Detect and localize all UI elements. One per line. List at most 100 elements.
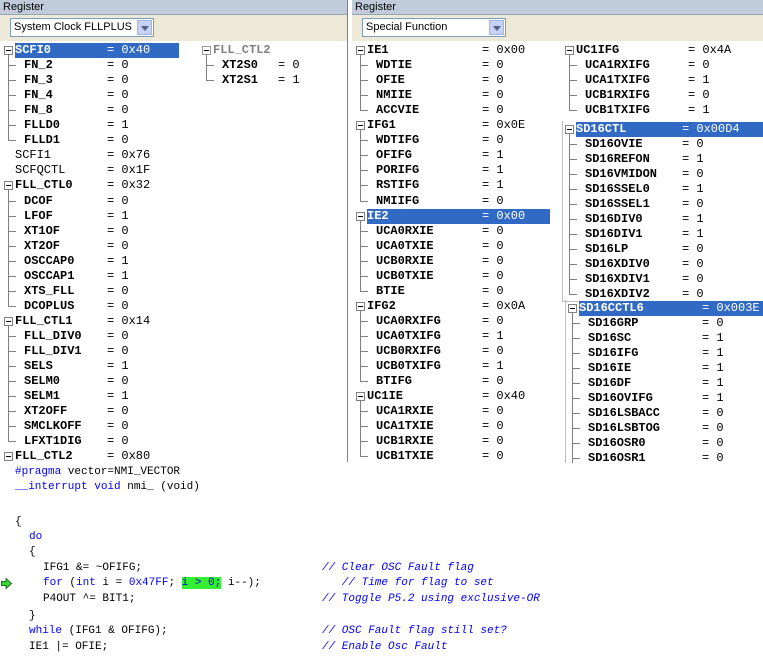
- bitfield-row[interactable]: UCA0RXIFG: [376, 314, 441, 329]
- register-row[interactable]: SCFI1: [15, 148, 51, 163]
- bitfield-row[interactable]: UCA1TXIFG: [585, 73, 650, 88]
- bitfield-row[interactable]: UCA1RXIFG: [585, 58, 650, 73]
- bitfield-row[interactable]: UCA0TXIFG: [376, 329, 441, 344]
- code-line[interactable]: {: [15, 515, 22, 530]
- bitfield-row[interactable]: SELS: [24, 359, 53, 374]
- editor-gutter[interactable]: [0, 463, 12, 666]
- register-row[interactable]: UC1IE = 0x40: [367, 389, 542, 404]
- bitfield-row[interactable]: XT1OF: [24, 224, 60, 239]
- bitfield-row[interactable]: SD16LP: [585, 242, 628, 257]
- bitfield-row[interactable]: SD16SC: [588, 331, 631, 346]
- bitfield-row[interactable]: SD16XDIV0: [585, 257, 650, 272]
- bitfield-row[interactable]: FLL_DIV0: [24, 329, 82, 344]
- code-line[interactable]: do: [29, 530, 42, 545]
- bitfield-row[interactable]: OFIE: [376, 73, 405, 88]
- code-line[interactable]: }: [29, 609, 36, 624]
- bitfield-row[interactable]: SD16OVIE: [585, 137, 643, 152]
- bitfield-row[interactable]: SD16REFON: [585, 152, 650, 167]
- bitfield-row[interactable]: XT2OFF: [24, 404, 67, 419]
- bitfield-row[interactable]: SD16LSBTOG: [588, 421, 660, 436]
- bitfield-row[interactable]: SD16IE: [588, 361, 631, 376]
- bitfield-row[interactable]: FN_3: [24, 73, 53, 88]
- chevron-down-icon[interactable]: [137, 20, 152, 35]
- bitfield-row[interactable]: DCOPLUS: [24, 299, 74, 314]
- bitfield-row[interactable]: SD16XDIV1: [585, 272, 650, 287]
- bitfield-row[interactable]: SD16OVIFG: [588, 391, 653, 406]
- bitfield-row[interactable]: SD16DF: [588, 376, 631, 391]
- bitfield-row[interactable]: UCA1RXIE: [376, 404, 434, 419]
- register-group-dropdown[interactable]: System Clock FLLPLUS: [10, 18, 154, 37]
- chevron-down-icon[interactable]: [489, 20, 504, 35]
- register-row[interactable]: UC1IFG = 0x4A: [576, 43, 748, 58]
- bitfield-row[interactable]: SELM1: [24, 389, 60, 404]
- register-row[interactable]: SCFQCTL: [15, 163, 65, 178]
- source-editor[interactable]: #pragma vector=NMI_VECTOR __interrupt voi…: [0, 463, 763, 666]
- bitfield-row[interactable]: DCOF: [24, 194, 53, 209]
- bitfield-row[interactable]: RSTIFG: [376, 178, 419, 193]
- bitfield-row[interactable]: UCA0RXIE: [376, 224, 434, 239]
- bitfield-row[interactable]: LFXT1DIG: [24, 434, 82, 449]
- bitfield-row[interactable]: LFOF: [24, 209, 53, 224]
- bitfield-row[interactable]: SD16DIV0: [585, 212, 643, 227]
- code-line[interactable]: __interrupt void nmi_ (void): [15, 480, 200, 495]
- bitfield-row[interactable]: PORIFG: [376, 163, 419, 178]
- code-line[interactable]: while (IFG1 & OFIFG);: [29, 624, 168, 639]
- register-row[interactable]: IFG1 = 0x0E: [367, 118, 542, 133]
- bitfield-row[interactable]: UCB0TXIE: [376, 269, 434, 284]
- code-line[interactable]: IE1 |= OFIE;: [29, 640, 108, 655]
- bitfield-row[interactable]: SD16SSEL1: [585, 197, 650, 212]
- bitfield-row[interactable]: UCB0TXIFG: [376, 359, 441, 374]
- bitfield-row[interactable]: UCA0TXIE: [376, 239, 434, 254]
- bitfield-row[interactable]: SD16SSEL0: [585, 182, 650, 197]
- bitfield-row[interactable]: SD16LSBACC: [588, 406, 660, 421]
- bitfield-row[interactable]: FLLD1: [24, 133, 60, 148]
- bitfield-row[interactable]: SD16VMIDON: [585, 167, 657, 182]
- bitfield-row[interactable]: SELM0: [24, 374, 60, 389]
- register-row[interactable]: FLL_CTL0 = 0x32: [15, 178, 167, 193]
- bitfield-row[interactable]: WDTIE: [376, 58, 412, 73]
- code-line[interactable]: #pragma vector=NMI_VECTOR: [15, 465, 180, 480]
- bitfield-row[interactable]: SMCLKOFF: [24, 419, 82, 434]
- bitfield-row[interactable]: XT2S1: [222, 73, 258, 88]
- code-line[interactable]: IFG1 &= ~OFIFG;: [43, 561, 142, 576]
- register-row[interactable]: SD16CTL = 0x00D4: [576, 122, 763, 137]
- bitfield-row[interactable]: WDTIFG: [376, 133, 419, 148]
- bitfield-row[interactable]: SD16OSR0: [588, 436, 646, 451]
- bitfield-row[interactable]: UCB1TXIFG: [585, 103, 650, 118]
- bitfield-row[interactable]: FN_8: [24, 103, 53, 118]
- bitfield-row[interactable]: UCB1RXIE: [376, 434, 434, 449]
- code-line[interactable]: P4OUT ^= BIT1;: [43, 592, 135, 607]
- bitfield-row[interactable]: FLLD0: [24, 118, 60, 133]
- bitfield-row[interactable]: OFIFG: [376, 148, 412, 163]
- bitfield-row[interactable]: SD16IFG: [588, 346, 638, 361]
- bitfield-row[interactable]: NMIIFG: [376, 194, 419, 209]
- bitfield-row[interactable]: XT2S0: [222, 58, 258, 73]
- bitfield-row[interactable]: FLL_DIV1: [24, 344, 82, 359]
- register-row[interactable]: FLL_CTL1 = 0x14: [15, 314, 167, 329]
- bitfield-row[interactable]: UCB0RXIFG: [376, 344, 441, 359]
- bitfield-row[interactable]: UCB0RXIE: [376, 254, 434, 269]
- bitfield-row[interactable]: OSCCAP1: [24, 269, 74, 284]
- collapse-toggle-icon[interactable]: [4, 452, 13, 462]
- bitfield-row[interactable]: SD16XDIV2: [585, 287, 650, 302]
- register-row[interactable]: FLL_CTL2: [213, 43, 338, 58]
- bitfield-row[interactable]: XT2OF: [24, 239, 60, 254]
- register-row[interactable]: SD16CCTL6 = 0x003E: [579, 301, 763, 316]
- bitfield-row[interactable]: BTIFG: [376, 374, 412, 389]
- bitfield-row[interactable]: UCB1RXIFG: [585, 88, 650, 103]
- bitfield-row[interactable]: SD16GRP: [588, 316, 638, 331]
- register-group-dropdown[interactable]: Special Function: [362, 18, 506, 37]
- bitfield-row[interactable]: FN_4: [24, 88, 53, 103]
- bitfield-row[interactable]: FN_2: [24, 58, 53, 73]
- bitfield-row[interactable]: UCA1TXIE: [376, 419, 434, 434]
- code-line[interactable]: for (int i = 0x47FF; i > 0; i--);: [43, 576, 261, 591]
- code-line[interactable]: {: [29, 545, 36, 560]
- bitfield-row[interactable]: XTS_FLL: [24, 284, 74, 299]
- register-row[interactable]: IFG2 = 0x0A: [367, 299, 542, 314]
- register-row[interactable]: IE1 = 0x00: [367, 43, 542, 58]
- bitfield-row[interactable]: ACCVIE: [376, 103, 419, 118]
- bitfield-row[interactable]: NMIIE: [376, 88, 412, 103]
- register-row[interactable]: SCFI0 = 0x40: [15, 43, 179, 58]
- bitfield-row[interactable]: BTIE: [376, 284, 405, 299]
- bitfield-row[interactable]: OSCCAP0: [24, 254, 74, 269]
